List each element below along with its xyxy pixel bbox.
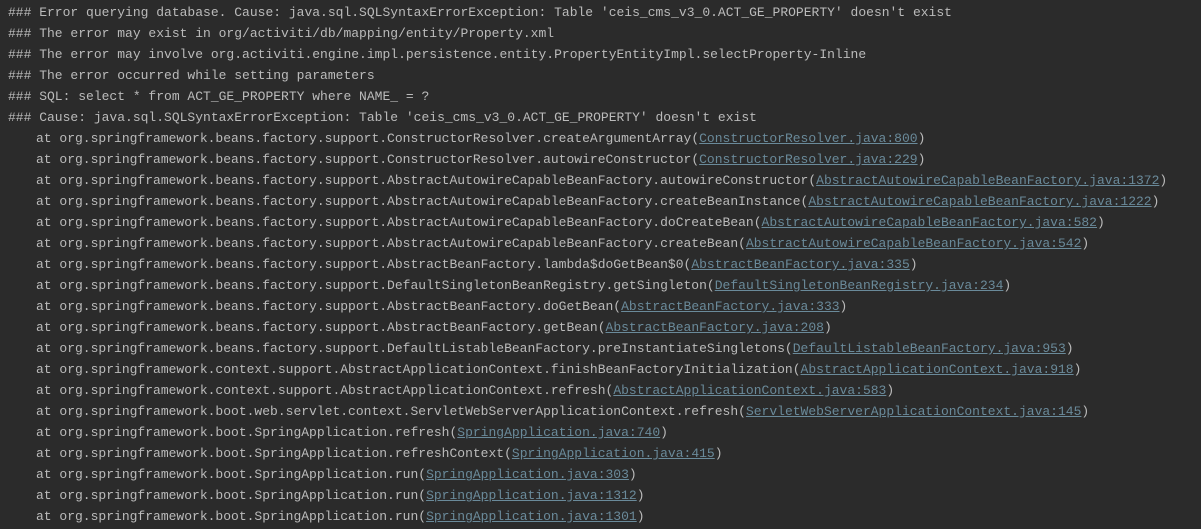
source-link[interactable]: AbstractBeanFactory.java:208	[606, 320, 824, 335]
error-header-line: ### The error may exist in org/activiti/…	[8, 23, 1193, 44]
error-header-line: ### Cause: java.sql.SQLSyntaxErrorExcept…	[8, 107, 1193, 128]
source-link[interactable]: ServletWebServerApplicationContext.java:…	[746, 404, 1081, 419]
stack-frame: at org.springframework.boot.SpringApplic…	[8, 506, 1193, 527]
stack-frame: at org.springframework.context.support.A…	[8, 359, 1193, 380]
stack-frame: at org.springframework.beans.factory.sup…	[8, 275, 1193, 296]
source-link[interactable]: AbstractBeanFactory.java:335	[691, 257, 909, 272]
stack-method: at org.springframework.context.support.A…	[36, 383, 606, 398]
source-link[interactable]: ConstructorResolver.java:800	[699, 131, 917, 146]
stack-frame: at org.springframework.boot.SpringApplic…	[8, 464, 1193, 485]
stack-frame: at org.springframework.beans.factory.sup…	[8, 296, 1193, 317]
stack-frame: at org.springframework.beans.factory.sup…	[8, 338, 1193, 359]
stack-frame: at org.springframework.beans.factory.sup…	[8, 317, 1193, 338]
console-output: ### Error querying database. Cause: java…	[8, 2, 1193, 527]
stack-frame: at org.springframework.beans.factory.sup…	[8, 233, 1193, 254]
stack-method: at org.springframework.beans.factory.sup…	[36, 299, 613, 314]
stack-frame: at org.springframework.beans.factory.sup…	[8, 191, 1193, 212]
stack-method: at org.springframework.beans.factory.sup…	[36, 257, 684, 272]
source-link[interactable]: SpringApplication.java:303	[426, 467, 629, 482]
stack-method: at org.springframework.boot.SpringApplic…	[36, 509, 418, 524]
stack-method: at org.springframework.beans.factory.sup…	[36, 215, 754, 230]
stack-method: at org.springframework.beans.factory.sup…	[36, 341, 785, 356]
stack-frame: at org.springframework.boot.SpringApplic…	[8, 485, 1193, 506]
source-link[interactable]: SpringApplication.java:740	[457, 425, 660, 440]
stack-method: at org.springframework.beans.factory.sup…	[36, 320, 598, 335]
stack-method: at org.springframework.beans.factory.sup…	[36, 194, 801, 209]
source-link[interactable]: AbstractAutowireCapableBeanFactory.java:…	[746, 236, 1081, 251]
stack-method: at org.springframework.boot.web.servlet.…	[36, 404, 738, 419]
stack-frame: at org.springframework.context.support.A…	[8, 380, 1193, 401]
source-link[interactable]: DefaultListableBeanFactory.java:953	[793, 341, 1066, 356]
stack-method: at org.springframework.boot.SpringApplic…	[36, 488, 418, 503]
source-link[interactable]: DefaultSingletonBeanRegistry.java:234	[715, 278, 1004, 293]
source-link[interactable]: ConstructorResolver.java:229	[699, 152, 917, 167]
stack-method: at org.springframework.boot.SpringApplic…	[36, 446, 504, 461]
stack-method: at org.springframework.beans.factory.sup…	[36, 173, 808, 188]
stack-frame: at org.springframework.beans.factory.sup…	[8, 254, 1193, 275]
source-link[interactable]: AbstractAutowireCapableBeanFactory.java:…	[816, 173, 1159, 188]
error-header-line: ### Error querying database. Cause: java…	[8, 2, 1193, 23]
stack-frame: at org.springframework.boot.SpringApplic…	[8, 422, 1193, 443]
stack-method: at org.springframework.boot.SpringApplic…	[36, 425, 449, 440]
stack-frame: at org.springframework.beans.factory.sup…	[8, 212, 1193, 233]
source-link[interactable]: AbstractAutowireCapableBeanFactory.java:…	[808, 194, 1151, 209]
source-link[interactable]: SpringApplication.java:1312	[426, 488, 637, 503]
stack-frame: at org.springframework.beans.factory.sup…	[8, 170, 1193, 191]
stack-frame: at org.springframework.beans.factory.sup…	[8, 128, 1193, 149]
stack-method: at org.springframework.boot.SpringApplic…	[36, 467, 418, 482]
error-header-line: ### The error may involve org.activiti.e…	[8, 44, 1193, 65]
stack-method: at org.springframework.beans.factory.sup…	[36, 278, 707, 293]
error-header-line: ### SQL: select * from ACT_GE_PROPERTY w…	[8, 86, 1193, 107]
source-link[interactable]: AbstractApplicationContext.java:583	[613, 383, 886, 398]
stack-method: at org.springframework.beans.factory.sup…	[36, 152, 691, 167]
source-link[interactable]: AbstractApplicationContext.java:918	[801, 362, 1074, 377]
stack-method: at org.springframework.beans.factory.sup…	[36, 236, 738, 251]
source-link[interactable]: SpringApplication.java:1301	[426, 509, 637, 524]
stack-method: at org.springframework.context.support.A…	[36, 362, 793, 377]
stack-frame: at org.springframework.boot.web.servlet.…	[8, 401, 1193, 422]
source-link[interactable]: SpringApplication.java:415	[512, 446, 715, 461]
stack-frame: at org.springframework.boot.SpringApplic…	[8, 443, 1193, 464]
stack-frame: at org.springframework.beans.factory.sup…	[8, 149, 1193, 170]
source-link[interactable]: AbstractBeanFactory.java:333	[621, 299, 839, 314]
error-header-line: ### The error occurred while setting par…	[8, 65, 1193, 86]
stack-method: at org.springframework.beans.factory.sup…	[36, 131, 691, 146]
source-link[interactable]: AbstractAutowireCapableBeanFactory.java:…	[762, 215, 1097, 230]
